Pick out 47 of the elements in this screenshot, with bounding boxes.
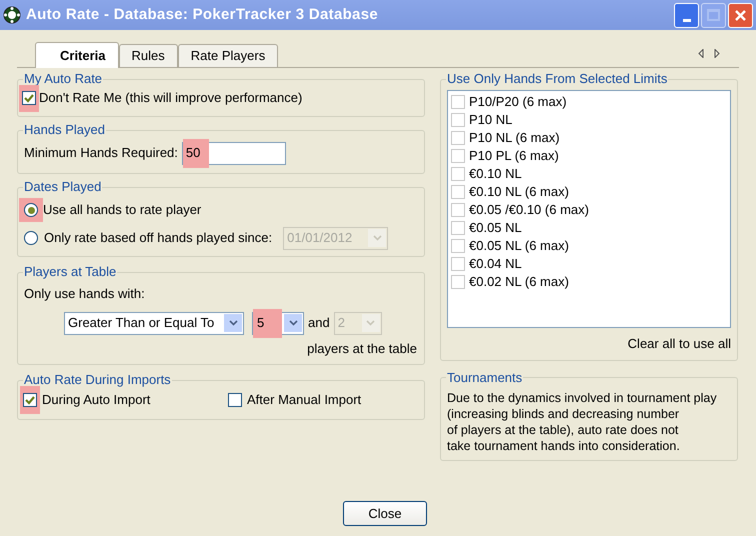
- radio-button[interactable]: [24, 203, 38, 217]
- group-title: Use Only Hands From Selected Limits: [446, 72, 668, 86]
- group-text: Only use hands with:: [24, 285, 146, 303]
- limit-label: €0.02 NL (6 max): [469, 273, 569, 292]
- radio-label: Only rate based off hands played since:: [44, 229, 272, 248]
- limit-label: P10 NL (6 max): [469, 129, 560, 148]
- limit-label: P10 NL: [469, 111, 512, 130]
- group-title: Players at Table: [23, 265, 118, 279]
- window-title: Auto Rate - Database: PokerTracker 3 Database: [26, 4, 378, 25]
- group-title: Auto Rate During Imports: [23, 373, 172, 387]
- hint-text: Clear all to use all: [628, 335, 731, 353]
- tournaments-note: Due to the dynamics involved in tournament play (increasing blinds and decreasing number of players at the table), auto rate does not take tournament hands into consideration.: [447, 390, 718, 454]
- scroll-right-icon[interactable]: [714, 49, 720, 58]
- tab[interactable]: Criteria: [35, 42, 119, 68]
- limit-label: €0.05 NL (6 max): [469, 237, 569, 256]
- field-label: Minimum Hands Required:: [24, 144, 178, 162]
- checkbox-label: After Manual Import: [247, 391, 362, 410]
- group-title: Hands Played: [23, 123, 106, 137]
- tab[interactable]: Rules: [118, 44, 178, 67]
- limit-label: P10/P20 (6 max): [469, 93, 567, 112]
- scroll-left-icon[interactable]: [698, 49, 704, 58]
- group-text: players at the table: [307, 340, 417, 358]
- poker-chip-icon: [3, 6, 21, 24]
- checkbox[interactable]: [228, 393, 242, 407]
- limit-label: €0.10 NL (6 max): [469, 183, 569, 202]
- highlight-mark: 50: [182, 138, 209, 168]
- limit-label: €0.10 NL: [469, 165, 522, 184]
- checkbox[interactable]: [22, 91, 36, 105]
- radio-button[interactable]: [24, 231, 38, 245]
- checkbox-label: Don't Rate Me (this will improve performance): [39, 89, 302, 108]
- limit-label: €0.05 /€0.10 (6 max): [469, 201, 589, 220]
- group-title: Tournaments: [446, 370, 524, 384]
- limit-label: €0.05 NL: [469, 219, 522, 238]
- close-button[interactable]: Close: [343, 501, 427, 526]
- joiner-text: and: [308, 314, 330, 332]
- minimize-button[interactable]: [674, 2, 699, 28]
- comparison-dropdown[interactable]: Greater Than or Equal To: [64, 312, 244, 334]
- close-icon[interactable]: [728, 2, 753, 28]
- highlight-mark: 5: [253, 308, 282, 338]
- checkbox-label: During Auto Import: [42, 391, 150, 410]
- checkbox[interactable]: [23, 393, 37, 407]
- group-title: My Auto Rate: [23, 72, 104, 86]
- limit-label: €0.04 NL: [469, 255, 522, 274]
- limit-label: P10 PL (6 max): [469, 147, 559, 166]
- tab[interactable]: Rate Players: [178, 44, 278, 67]
- group-title: Dates Played: [23, 180, 102, 194]
- radio-label: Use all hands to rate player: [43, 201, 202, 220]
